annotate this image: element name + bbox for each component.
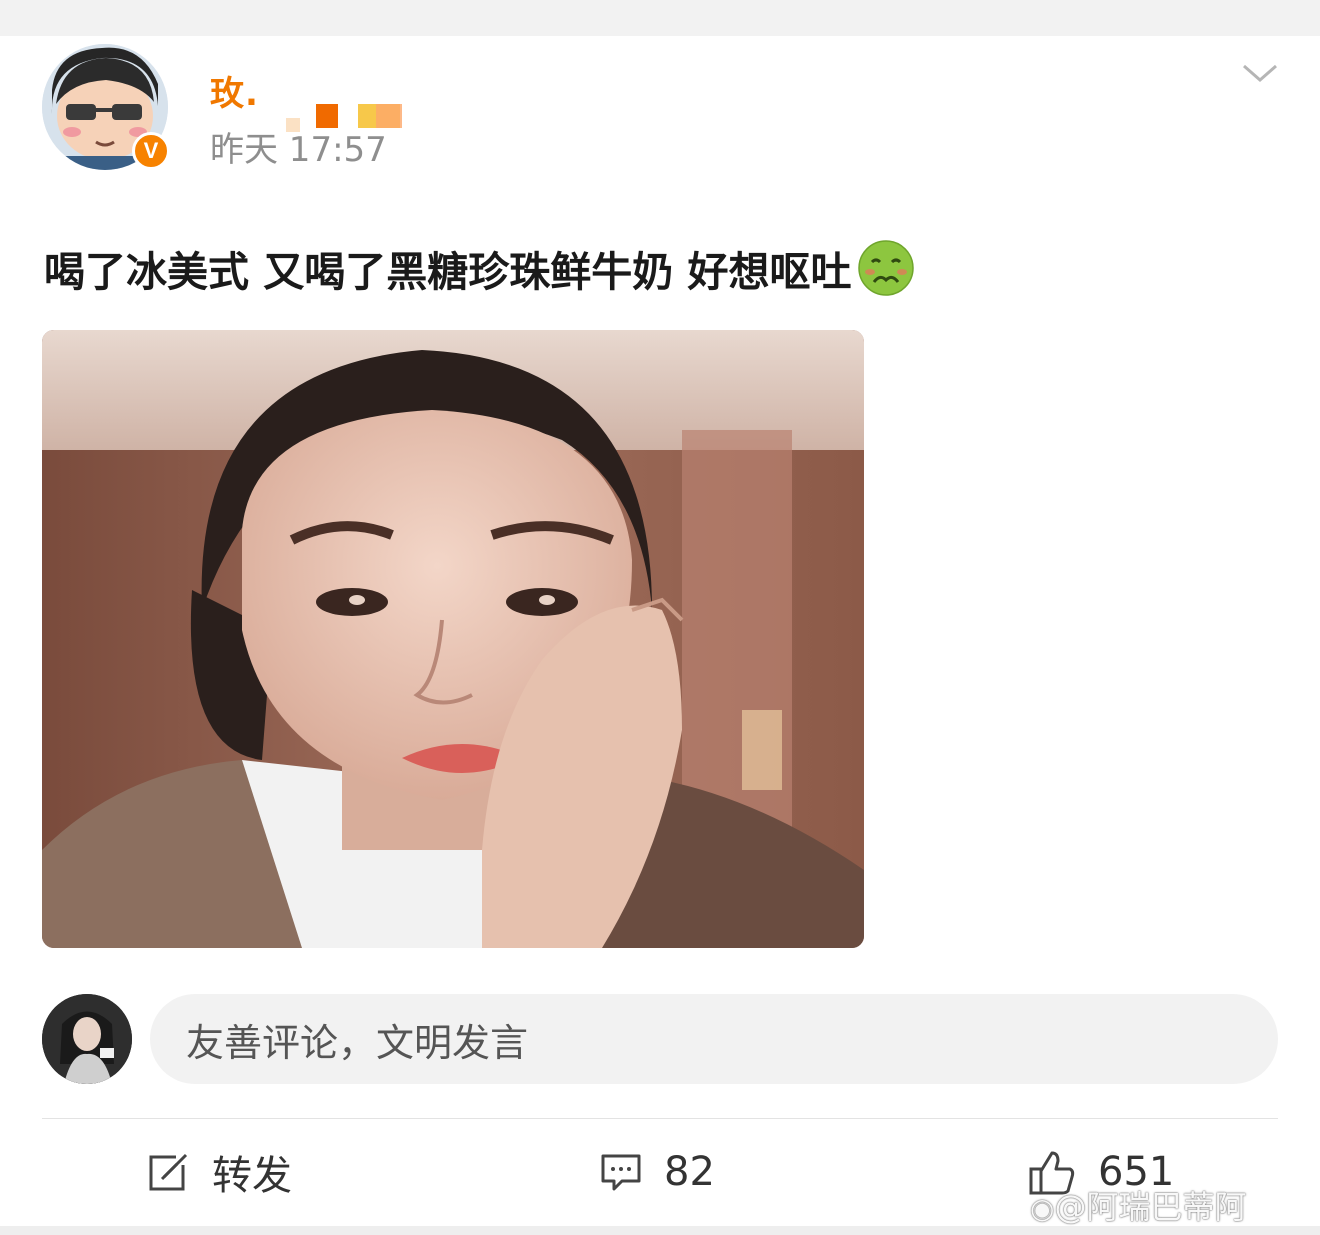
verified-badge-icon: V [132, 132, 170, 170]
author-name[interactable]: 玫. [210, 66, 259, 115]
comment-count: 82 [664, 1149, 715, 1195]
post-body: 喝了冰美式 又喝了黑糖珍珠鲜牛奶 好想呕吐 [44, 248, 852, 296]
watermark-text: @阿瑞巴蒂阿 [1054, 1188, 1247, 1226]
post-timestamp: 昨天 17:57 [210, 130, 387, 170]
comment-button[interactable]: 82 [600, 1142, 715, 1202]
post-image[interactable] [42, 330, 864, 948]
nauseated-face-icon [857, 240, 914, 296]
bottom-strip [0, 1226, 1320, 1235]
repost-button[interactable]: 转发 [148, 1142, 292, 1202]
action-divider [42, 1118, 1278, 1119]
comment-input[interactable]: 友善评论，文明发言 [150, 994, 1278, 1084]
weibo-logo-icon: ◉ [1030, 1192, 1055, 1225]
repost-label: 转发 [212, 1153, 292, 1199]
post-photo-illustration [42, 330, 864, 948]
comment-icon [601, 1154, 641, 1191]
current-user-avatar[interactable] [42, 994, 132, 1084]
chevron-down-icon[interactable] [1240, 58, 1280, 88]
post-text: 喝了冰美式 又喝了黑糖珍珠鲜牛奶 好想呕吐 [44, 238, 914, 298]
repost-icon [149, 1153, 188, 1191]
watermark: ◉@阿瑞巴蒂阿 [1030, 1182, 1246, 1228]
comment-placeholder: 友善评论，文明发言 [186, 1020, 529, 1065]
user-avatar-illustration [42, 994, 132, 1084]
